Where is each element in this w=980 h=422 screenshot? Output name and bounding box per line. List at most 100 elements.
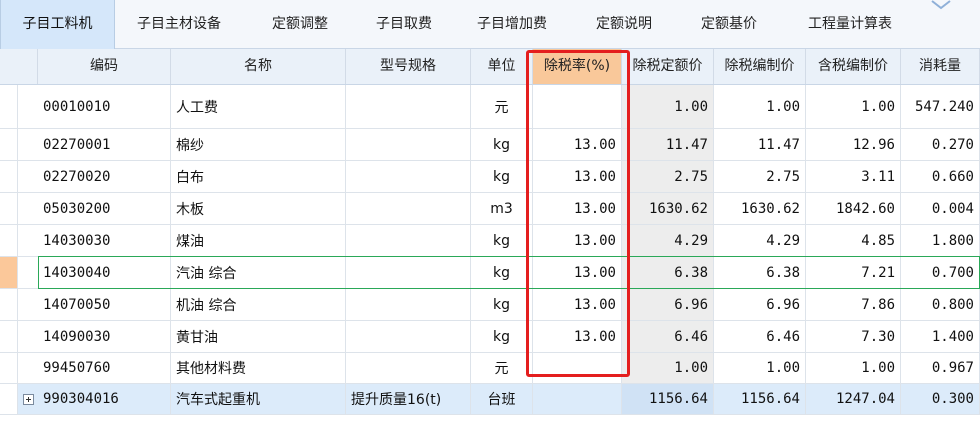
row-indicator[interactable] (0, 193, 18, 224)
cell-quota-price-ex-tax[interactable]: 1.00 (622, 85, 714, 128)
cell-name[interactable]: 木板 (171, 193, 346, 224)
cell-budget-price-in-tax[interactable]: 1247.04 (806, 384, 901, 414)
cell-budget-price-in-tax[interactable]: 7.86 (806, 289, 901, 320)
cell-code[interactable]: 14090030 (38, 321, 171, 352)
cell-spec[interactable] (346, 289, 471, 320)
cell-tax-rate[interactable]: 13.00 (533, 129, 622, 160)
row-indicator[interactable] (0, 321, 18, 352)
cell-spec[interactable] (346, 129, 471, 160)
cell-name[interactable]: 其他材料费 (171, 353, 346, 383)
cell-budget-price-in-tax[interactable]: 3.11 (806, 161, 901, 192)
cell-code[interactable]: 14070050 (38, 289, 171, 320)
cell-name[interactable]: 煤油 (171, 225, 346, 256)
cell-spec[interactable] (346, 353, 471, 383)
chevron-down-icon[interactable] (930, 0, 952, 10)
table-row[interactable]: 14090030 黄甘油 kg 13.00 6.46 6.46 7.30 1.400 (0, 321, 980, 353)
cell-consumption[interactable]: 1.400 (901, 321, 980, 352)
row-indicator[interactable] (0, 161, 18, 192)
cell-code[interactable]: 14030030 (38, 225, 171, 256)
cell-unit[interactable]: kg (471, 161, 533, 192)
tab-0[interactable]: 子目工料机 (0, 0, 115, 49)
cell-unit[interactable]: kg (471, 129, 533, 160)
table-row[interactable]: 99450760 其他材料费元 1.00 1.00 1.00 0.967 (0, 353, 980, 384)
tab-6[interactable]: 定额基价 (676, 0, 782, 48)
cell-budget-price-ex-tax[interactable]: 1.00 (714, 85, 806, 128)
cell-unit[interactable]: kg (471, 257, 533, 288)
col-header-unit[interactable]: 单位 (471, 49, 533, 84)
col-header-code[interactable]: 编码 (38, 49, 171, 84)
cell-name[interactable]: 机油 综合 (171, 289, 346, 320)
cell-name[interactable]: 汽车式起重机 (171, 384, 346, 414)
cell-budget-price-ex-tax[interactable]: 1630.62 (714, 193, 806, 224)
col-header-budget-price-in-tax[interactable]: 含税编制价 (806, 49, 901, 84)
tab-7[interactable]: 工程量计算表 (782, 0, 918, 48)
cell-consumption[interactable]: 0.800 (901, 289, 980, 320)
cell-tax-rate[interactable] (533, 384, 622, 414)
col-header-quota-price-ex-tax[interactable]: 除税定额价 (622, 49, 714, 84)
cell-tax-rate[interactable] (533, 353, 622, 383)
table-row[interactable]: 00010010 人工费元 1.00 1.00 1.00 547.240 (0, 85, 980, 129)
col-header-consumption[interactable]: 消耗量 (901, 49, 980, 84)
tab-5[interactable]: 定额说明 (572, 0, 676, 48)
cell-budget-price-in-tax[interactable]: 1.00 (806, 85, 901, 128)
cell-code[interactable]: 02270020 (38, 161, 171, 192)
cell-unit[interactable]: kg (471, 321, 533, 352)
cell-quota-price-ex-tax[interactable]: 11.47 (622, 129, 714, 160)
cell-name[interactable]: 汽油 综合 (171, 257, 346, 288)
cell-budget-price-ex-tax[interactable]: 6.46 (714, 321, 806, 352)
cell-tax-rate[interactable]: 13.00 (533, 161, 622, 192)
cell-budget-price-ex-tax[interactable]: 6.96 (714, 289, 806, 320)
cell-quota-price-ex-tax[interactable]: 6.38 (622, 257, 714, 288)
cell-unit[interactable]: 台班 (471, 384, 533, 414)
row-indicator[interactable] (0, 257, 18, 288)
row-indicator[interactable] (0, 384, 18, 414)
cell-code[interactable]: 05030200 (38, 193, 171, 224)
expand-icon[interactable] (23, 394, 34, 405)
cell-name[interactable]: 棉纱 (171, 129, 346, 160)
cell-consumption[interactable]: 1.800 (901, 225, 980, 256)
row-indicator[interactable] (0, 353, 18, 383)
cell-unit[interactable]: 元 (471, 85, 533, 128)
cell-quota-price-ex-tax[interactable]: 1.00 (622, 353, 714, 383)
cell-budget-price-in-tax[interactable]: 7.21 (806, 257, 901, 288)
cell-budget-price-ex-tax[interactable]: 1156.64 (714, 384, 806, 414)
row-indicator[interactable] (0, 129, 18, 160)
row-indicator[interactable] (0, 225, 18, 256)
cell-quota-price-ex-tax[interactable]: 2.75 (622, 161, 714, 192)
table-row[interactable]: 05030200 木板 m3 13.00 1630.62 1630.62 1842.60 0.… (0, 193, 980, 225)
cell-spec[interactable] (346, 85, 471, 128)
cell-budget-price-in-tax[interactable]: 4.85 (806, 225, 901, 256)
cell-quota-price-ex-tax[interactable]: 6.96 (622, 289, 714, 320)
table-row[interactable]: 990304016 汽车式起重机 提升质量16(t) 台班 1156.64 1156.64… (0, 384, 980, 415)
col-header-tax-rate[interactable]: 除税率(%) (533, 49, 622, 84)
cell-budget-price-ex-tax[interactable]: 11.47 (714, 129, 806, 160)
cell-tax-rate[interactable]: 13.00 (533, 225, 622, 256)
tab-3[interactable]: 子目取费 (356, 0, 452, 48)
cell-consumption[interactable]: 0.700 (901, 257, 980, 288)
tab-2[interactable]: 定额调整 (244, 0, 356, 48)
col-header-name[interactable]: 名称 (171, 49, 346, 84)
table-row[interactable]: 14030030 煤油 kg 13.00 4.29 4.29 4.85 1.800 (0, 225, 980, 257)
row-indicator[interactable] (0, 289, 18, 320)
cell-code[interactable]: 00010010 (38, 85, 171, 128)
cell-unit[interactable]: m3 (471, 193, 533, 224)
cell-spec[interactable] (346, 161, 471, 192)
table-row[interactable]: 14030040 汽油 综合 kg 13.00 6.38 6.38 7.21 0.700 (0, 257, 980, 289)
cell-budget-price-in-tax[interactable]: 12.96 (806, 129, 901, 160)
cell-budget-price-ex-tax[interactable]: 2.75 (714, 161, 806, 192)
cell-consumption[interactable]: 0.300 (901, 384, 980, 414)
cell-name[interactable]: 白布 (171, 161, 346, 192)
table-row[interactable]: 02270020 白布 kg 13.00 2.75 2.75 3.11 0.660 (0, 161, 980, 193)
cell-unit[interactable]: kg (471, 225, 533, 256)
cell-spec[interactable]: 提升质量16(t) (346, 384, 471, 414)
cell-spec[interactable] (346, 257, 471, 288)
cell-tax-rate[interactable] (533, 85, 622, 128)
cell-consumption[interactable]: 547.240 (901, 85, 980, 128)
cell-tax-rate[interactable]: 13.00 (533, 321, 622, 352)
cell-consumption[interactable]: 0.660 (901, 161, 980, 192)
cell-budget-price-ex-tax[interactable]: 6.38 (714, 257, 806, 288)
row-indicator[interactable] (0, 85, 18, 128)
cell-budget-price-ex-tax[interactable]: 4.29 (714, 225, 806, 256)
cell-name[interactable]: 人工费 (171, 85, 346, 128)
cell-name[interactable]: 黄甘油 (171, 321, 346, 352)
